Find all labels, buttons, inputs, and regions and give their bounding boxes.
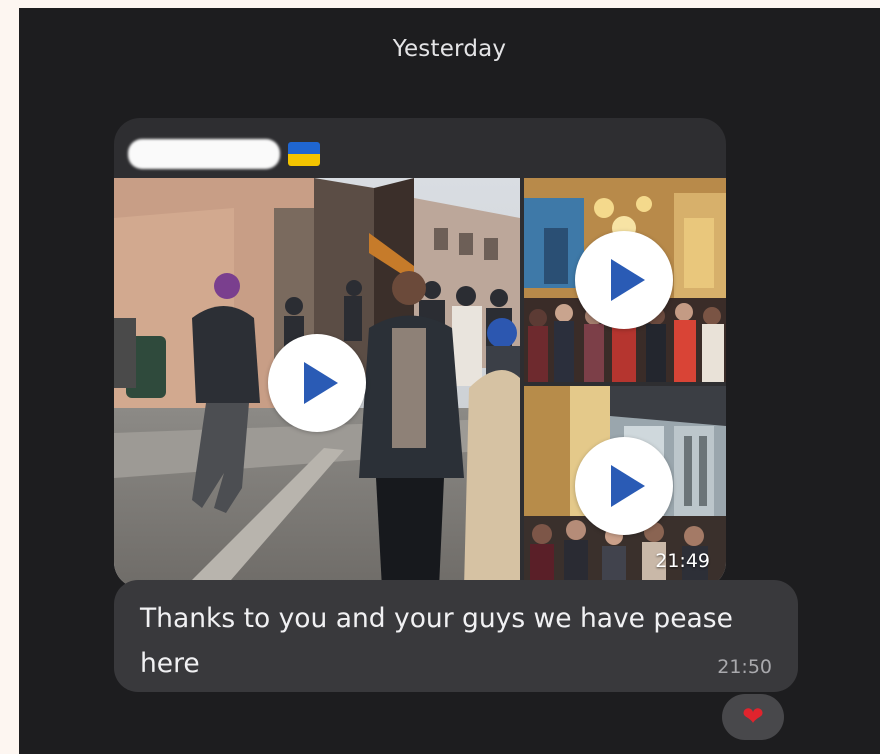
chat-view: Yesterday 21:49 Thanks to you and your g…	[19, 8, 880, 754]
reaction-badge[interactable]: ❤	[722, 694, 784, 740]
video-thumbnail-nave[interactable]: 21:49	[524, 386, 726, 588]
video-thumbnail-street[interactable]	[114, 178, 520, 588]
ukraine-flag-icon	[288, 142, 320, 166]
video-thumbnail-church[interactable]	[524, 178, 726, 382]
redacted-sender-name	[128, 139, 280, 169]
play-icon[interactable]	[268, 334, 366, 432]
message-timestamp: 21:50	[717, 656, 772, 678]
sender-header	[128, 136, 320, 172]
heart-icon: ❤	[742, 702, 764, 732]
message-text: Thanks to you and your guys we have peas…	[140, 603, 733, 679]
date-separator: Yesterday	[392, 36, 507, 62]
play-icon[interactable]	[575, 231, 673, 329]
media-timestamp: 21:49	[655, 550, 710, 572]
media-message-bubble[interactable]: 21:49	[114, 118, 726, 588]
text-message-bubble[interactable]: Thanks to you and your guys we have peas…	[114, 580, 798, 692]
play-icon[interactable]	[575, 437, 673, 535]
